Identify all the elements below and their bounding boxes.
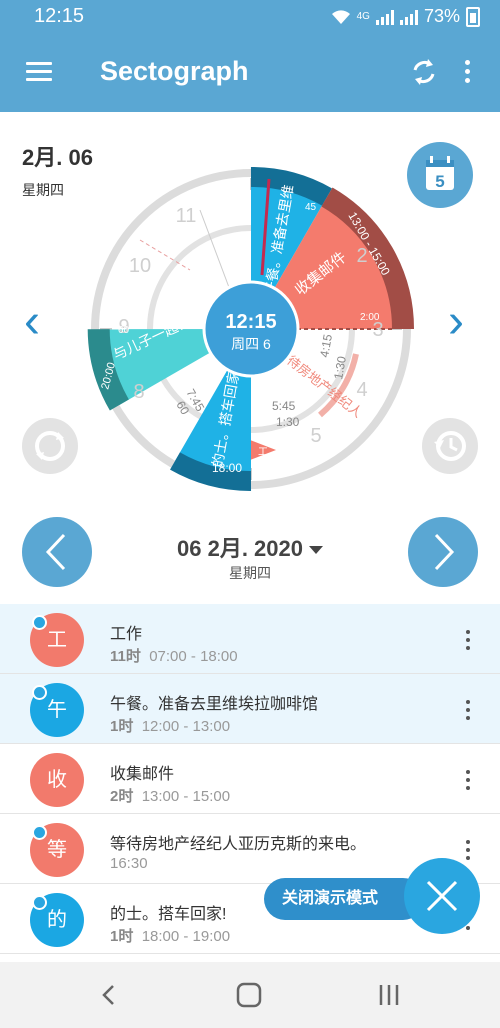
- battery-percent: 73%: [423, 6, 460, 26]
- status-dot: [32, 685, 47, 700]
- event-avatar: 的: [30, 893, 84, 947]
- event-avatar-char: 午: [47, 699, 67, 721]
- hour-4: 4: [356, 379, 367, 401]
- more-vert-icon[interactable]: [464, 630, 472, 652]
- current-date-label: 2月. 06: [22, 145, 93, 170]
- kid-duration: 60: [118, 325, 130, 336]
- event-time: 16:30: [110, 855, 148, 872]
- event-title: 午餐。准备去里维埃拉咖啡馆: [110, 696, 319, 713]
- wifi-icon: [331, 9, 350, 24]
- calendar-button[interactable]: 5: [407, 142, 473, 208]
- event-subtitle: 1时 12:00 - 13:00: [110, 715, 230, 736]
- dropdown-triangle-icon: [309, 546, 323, 555]
- history-button[interactable]: [422, 418, 478, 474]
- date-navigation: 06 2月. 2020 星期四: [0, 517, 500, 607]
- event-subtitle: 16:30: [110, 855, 148, 872]
- event-time: 18:00 - 19:00: [141, 928, 231, 945]
- center-time: 12:15: [225, 311, 276, 333]
- sync-icon[interactable]: [408, 56, 440, 88]
- event-subtitle: 11时 07:00 - 18:00: [110, 645, 238, 666]
- event-avatar-char: 等: [47, 839, 67, 861]
- signal-icon: [375, 9, 394, 25]
- event-duration: 1时: [110, 928, 134, 945]
- status-dot: [32, 895, 47, 910]
- realtor-time-c: 5:45: [272, 399, 296, 413]
- chevron-right-icon: [434, 533, 455, 571]
- event-row-mail[interactable]: 收 收集邮件 2时 13:00 - 15:00: [0, 744, 500, 814]
- event-time: 07:00 - 18:00: [149, 648, 238, 665]
- hour-11: 11: [176, 205, 197, 227]
- more-vert-icon[interactable]: [460, 60, 474, 86]
- sync-toggle-button[interactable]: [22, 418, 78, 474]
- network-type: 4G: [356, 11, 370, 22]
- status-time: 12:15: [34, 5, 85, 27]
- calendar-day-number: 5: [435, 172, 444, 191]
- event-avatar: 收: [30, 753, 84, 807]
- event-avatar: 等: [30, 823, 84, 877]
- more-vert-icon[interactable]: [464, 770, 472, 792]
- status-dot: [32, 615, 47, 630]
- status-bar: 12:15 4G 73%: [0, 0, 500, 34]
- center-day: 周四 6: [231, 336, 271, 352]
- lunch-minutes: 45: [305, 202, 317, 213]
- clock-hand-line: [199, 209, 231, 291]
- event-time: 12:00 - 13:00: [141, 718, 231, 735]
- work-marker-label: 工: [258, 447, 268, 458]
- close-demo-fab[interactable]: [404, 858, 480, 934]
- signal-icon-2: [399, 9, 418, 25]
- status-dot: [32, 825, 47, 840]
- event-avatar-char: 工: [47, 629, 67, 651]
- event-avatar-char: 的: [47, 909, 67, 931]
- app-bar: Sectograph: [0, 34, 500, 112]
- event-duration: 11时: [110, 648, 141, 665]
- hour-10: 10: [129, 255, 151, 277]
- close-icon: [426, 880, 458, 912]
- clock-panel: 2月. 06 星期四 5 ‹ › 工 11 10 9 8 2 3 4 5 午餐。…: [0, 112, 500, 604]
- event-title: 的士。搭车回家!: [110, 906, 227, 923]
- back-icon[interactable]: [98, 982, 120, 1008]
- event-title: 工作: [110, 626, 143, 643]
- app-title: Sectograph: [100, 56, 249, 86]
- event-time: 13:00 - 15:00: [141, 788, 231, 805]
- status-icons: 4G 73%: [331, 6, 480, 27]
- next-arrow-icon[interactable]: ›: [448, 298, 464, 346]
- hour-5: 5: [310, 425, 321, 447]
- refresh-icon: [35, 431, 65, 461]
- event-subtitle: 1时 18:00 - 19:00: [110, 925, 230, 946]
- event-title: 等待房地产经纪人亚历克斯的来电。: [110, 836, 367, 853]
- nav-date-label: 06 2月. 2020: [177, 536, 303, 561]
- current-weekday-label: 星期四: [22, 182, 64, 198]
- event-avatar: 午: [30, 683, 84, 737]
- event-avatar: 工: [30, 613, 84, 667]
- sector-clock[interactable]: 工 11 10 9 8 2 3 4 5 午餐。准备去里维 45 收集邮件 13:…: [86, 164, 416, 494]
- realtor-time-a: 4:15: [317, 333, 335, 359]
- next-day-button[interactable]: [408, 517, 478, 587]
- taxi-time: 18:00: [212, 461, 242, 475]
- close-demo-mode-button[interactable]: 关闭演示模式: [264, 878, 424, 920]
- event-avatar-char: 收: [47, 769, 67, 791]
- system-nav-bar: [0, 962, 500, 1028]
- event-row-work[interactable]: 工 工作 11时 07:00 - 18:00: [0, 604, 500, 674]
- history-icon: [434, 431, 466, 461]
- home-icon[interactable]: [235, 982, 263, 1008]
- recents-icon[interactable]: [377, 982, 401, 1008]
- hamburger-icon[interactable]: [26, 62, 52, 82]
- battery-icon: [466, 6, 480, 27]
- mail-duration: 2:00: [360, 312, 380, 323]
- event-title: 收集邮件: [110, 766, 175, 783]
- calendar-icon: 5: [426, 156, 454, 191]
- event-duration: 1时: [110, 718, 134, 735]
- prev-arrow-icon[interactable]: ‹: [24, 298, 40, 346]
- realtor-time-d: 1:30: [276, 415, 300, 429]
- event-row-lunch[interactable]: 午 午餐。准备去里维埃拉咖啡馆 1时 12:00 - 13:00: [0, 674, 500, 744]
- hour-8: 8: [133, 381, 144, 403]
- event-duration: 2时: [110, 788, 134, 805]
- event-subtitle: 2时 13:00 - 15:00: [110, 785, 230, 806]
- more-vert-icon[interactable]: [464, 700, 472, 722]
- current-date: 2月. 06 星期四: [22, 140, 93, 200]
